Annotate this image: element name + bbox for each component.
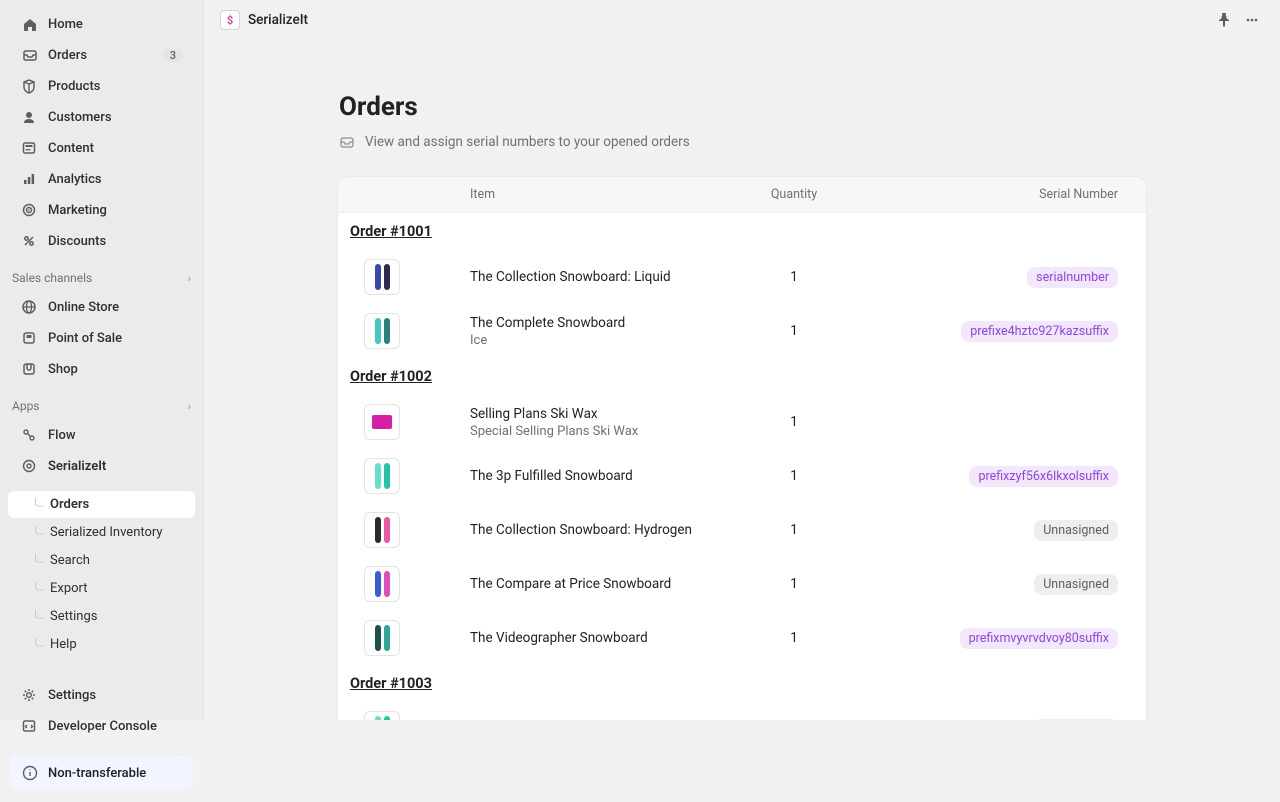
flow-icon bbox=[20, 426, 38, 444]
app-icon: $ bbox=[220, 10, 240, 30]
home-icon bbox=[20, 15, 38, 33]
app-sub-serialized-inventory[interactable]: Serialized Inventory bbox=[8, 519, 195, 546]
line-item-title: The Collection Snowboard: Hydrogen bbox=[470, 522, 714, 538]
nav-customers[interactable]: Customers bbox=[8, 102, 195, 132]
line-item-qty: 1 bbox=[714, 468, 874, 484]
line-item-variant: Ice bbox=[470, 333, 714, 348]
order-header[interactable]: Order #1003 bbox=[338, 665, 1146, 702]
nav-marketing[interactable]: Marketing bbox=[8, 195, 195, 225]
main: $ SerializeIt Orders View and assign ser… bbox=[204, 0, 1280, 720]
nav-point-of-sale[interactable]: Point of Sale bbox=[8, 323, 195, 353]
line-item-qty: 1 bbox=[714, 414, 874, 430]
serial-chip[interactable]: serialnumber bbox=[1027, 267, 1118, 288]
pin-button[interactable] bbox=[1212, 8, 1236, 32]
order-line[interactable]: Selling Plans Ski WaxSpecial Selling Pla… bbox=[338, 395, 1146, 449]
app-sub-settings[interactable]: Settings bbox=[8, 603, 195, 630]
line-item-qty: 1 bbox=[714, 630, 874, 646]
topbar: $ SerializeIt bbox=[204, 0, 1280, 40]
serial-chip-unassigned[interactable]: Unnasigned bbox=[1034, 574, 1118, 595]
info-icon bbox=[22, 765, 38, 781]
order-line[interactable]: The Collection Snowboard: Hydrogen1 Unnas… bbox=[338, 503, 1146, 557]
serialize-icon bbox=[20, 457, 38, 475]
app-sub-export[interactable]: Export bbox=[8, 575, 195, 602]
line-item-qty: 1 bbox=[714, 269, 874, 285]
line-item-qty: 1 bbox=[714, 576, 874, 592]
app-sub-search[interactable]: Search bbox=[8, 547, 195, 574]
app-sub-help[interactable]: Help bbox=[8, 631, 195, 658]
order-line[interactable]: The Compare at Price Snowboard1 Unnasigne… bbox=[338, 557, 1146, 611]
line-item-qty: 1 bbox=[714, 323, 874, 339]
serial-chip[interactable]: prefixe4hztc927kazsuffix bbox=[961, 321, 1118, 342]
product-thumbnail bbox=[364, 711, 400, 720]
discounts-icon bbox=[20, 232, 38, 250]
serial-chip[interactable]: prefixzyf56x6lkxolsuffix bbox=[969, 466, 1118, 487]
line-item-title: The 3p Fulfilled Snowboard bbox=[470, 468, 714, 484]
order-header[interactable]: Order #1002 bbox=[338, 358, 1146, 395]
product-thumbnail bbox=[364, 404, 400, 440]
serial-chip[interactable]: prefixmvyvrvdvoy80suffix bbox=[960, 628, 1118, 649]
orders-icon bbox=[20, 46, 38, 64]
nav-home[interactable]: Home bbox=[8, 9, 195, 39]
non-transferable-banner[interactable]: Non-transferable bbox=[10, 756, 193, 790]
nav-shop[interactable]: Shop bbox=[8, 354, 195, 384]
chevron-right-icon: › bbox=[188, 400, 191, 413]
nav-settings[interactable]: Settings bbox=[8, 680, 195, 710]
product-thumbnail bbox=[364, 458, 400, 494]
nav-content[interactable]: Content bbox=[8, 133, 195, 163]
gear-icon bbox=[20, 686, 38, 704]
badge: 3 bbox=[163, 49, 183, 62]
line-item-title: The Videographer Snowboard bbox=[470, 630, 714, 646]
product-thumbnail bbox=[364, 259, 400, 295]
nav-analytics[interactable]: Analytics bbox=[8, 164, 195, 194]
table-header: Item Quantity Serial Number bbox=[338, 177, 1146, 213]
order-line[interactable]: The Collection Snowboard: Liquid1 serialn… bbox=[338, 250, 1146, 304]
line-item-qty: 1 bbox=[714, 522, 874, 538]
nav-products[interactable]: Products bbox=[8, 71, 195, 101]
product-thumbnail bbox=[364, 313, 400, 349]
app-title: SerializeIt bbox=[248, 12, 308, 28]
nav-orders[interactable]: Orders3 bbox=[8, 40, 195, 70]
nav-flow[interactable]: Flow bbox=[8, 420, 195, 450]
pos-icon bbox=[20, 329, 38, 347]
apps-header[interactable]: Apps› bbox=[0, 393, 203, 419]
line-item-title: The Complete SnowboardIce bbox=[470, 315, 714, 348]
orders-table: Item Quantity Serial Number Order #1001T… bbox=[337, 176, 1147, 720]
order-line[interactable]: The 3p Fulfilled Snowboard1 prefixzyf56x6… bbox=[338, 449, 1146, 503]
column-quantity: Quantity bbox=[714, 187, 874, 202]
order-line[interactable]: The Complete SnowboardIce1 prefixe4hztc92… bbox=[338, 304, 1146, 358]
chevron-right-icon: › bbox=[188, 272, 191, 285]
products-icon bbox=[20, 77, 38, 95]
shop-icon bbox=[20, 360, 38, 378]
line-item-variant: Special Selling Plans Ski Wax bbox=[470, 424, 714, 439]
marketing-icon bbox=[20, 201, 38, 219]
store-icon bbox=[20, 298, 38, 316]
nav-discounts[interactable]: Discounts bbox=[8, 226, 195, 256]
column-serial: Serial Number bbox=[874, 187, 1134, 202]
inbox-icon bbox=[339, 134, 355, 150]
page-title: Orders bbox=[337, 92, 1147, 122]
sales-channels-header[interactable]: Sales channels› bbox=[0, 265, 203, 291]
customers-icon bbox=[20, 108, 38, 126]
nav-developer-console[interactable]: Developer Console bbox=[8, 711, 195, 741]
serial-chip-unassigned[interactable]: Unnasigned bbox=[1034, 520, 1118, 541]
product-thumbnail bbox=[364, 620, 400, 656]
order-line[interactable]: The 3p Fulfilled Snowboard1Unnasigned bbox=[338, 702, 1146, 720]
product-thumbnail bbox=[364, 566, 400, 602]
line-item-title: The Compare at Price Snowboard bbox=[470, 576, 714, 592]
content-icon bbox=[20, 139, 38, 157]
analytics-icon bbox=[20, 170, 38, 188]
order-line[interactable]: The Videographer Snowboard1 prefixmvyvrvd… bbox=[338, 611, 1146, 665]
line-item-title: Selling Plans Ski WaxSpecial Selling Pla… bbox=[470, 406, 714, 439]
product-thumbnail bbox=[364, 512, 400, 548]
line-item-title: The Collection Snowboard: Liquid bbox=[470, 269, 714, 285]
nav-online-store[interactable]: Online Store bbox=[8, 292, 195, 322]
more-button[interactable] bbox=[1240, 8, 1264, 32]
page-subtitle: View and assign serial numbers to your o… bbox=[337, 134, 1147, 150]
nav-serializeit[interactable]: SerializeIt bbox=[8, 451, 195, 481]
column-item: Item bbox=[470, 187, 714, 202]
order-header[interactable]: Order #1001 bbox=[338, 213, 1146, 250]
sidebar: HomeOrders3ProductsCustomersContentAnaly… bbox=[0, 0, 204, 720]
app-sub-orders[interactable]: Orders bbox=[8, 491, 195, 518]
